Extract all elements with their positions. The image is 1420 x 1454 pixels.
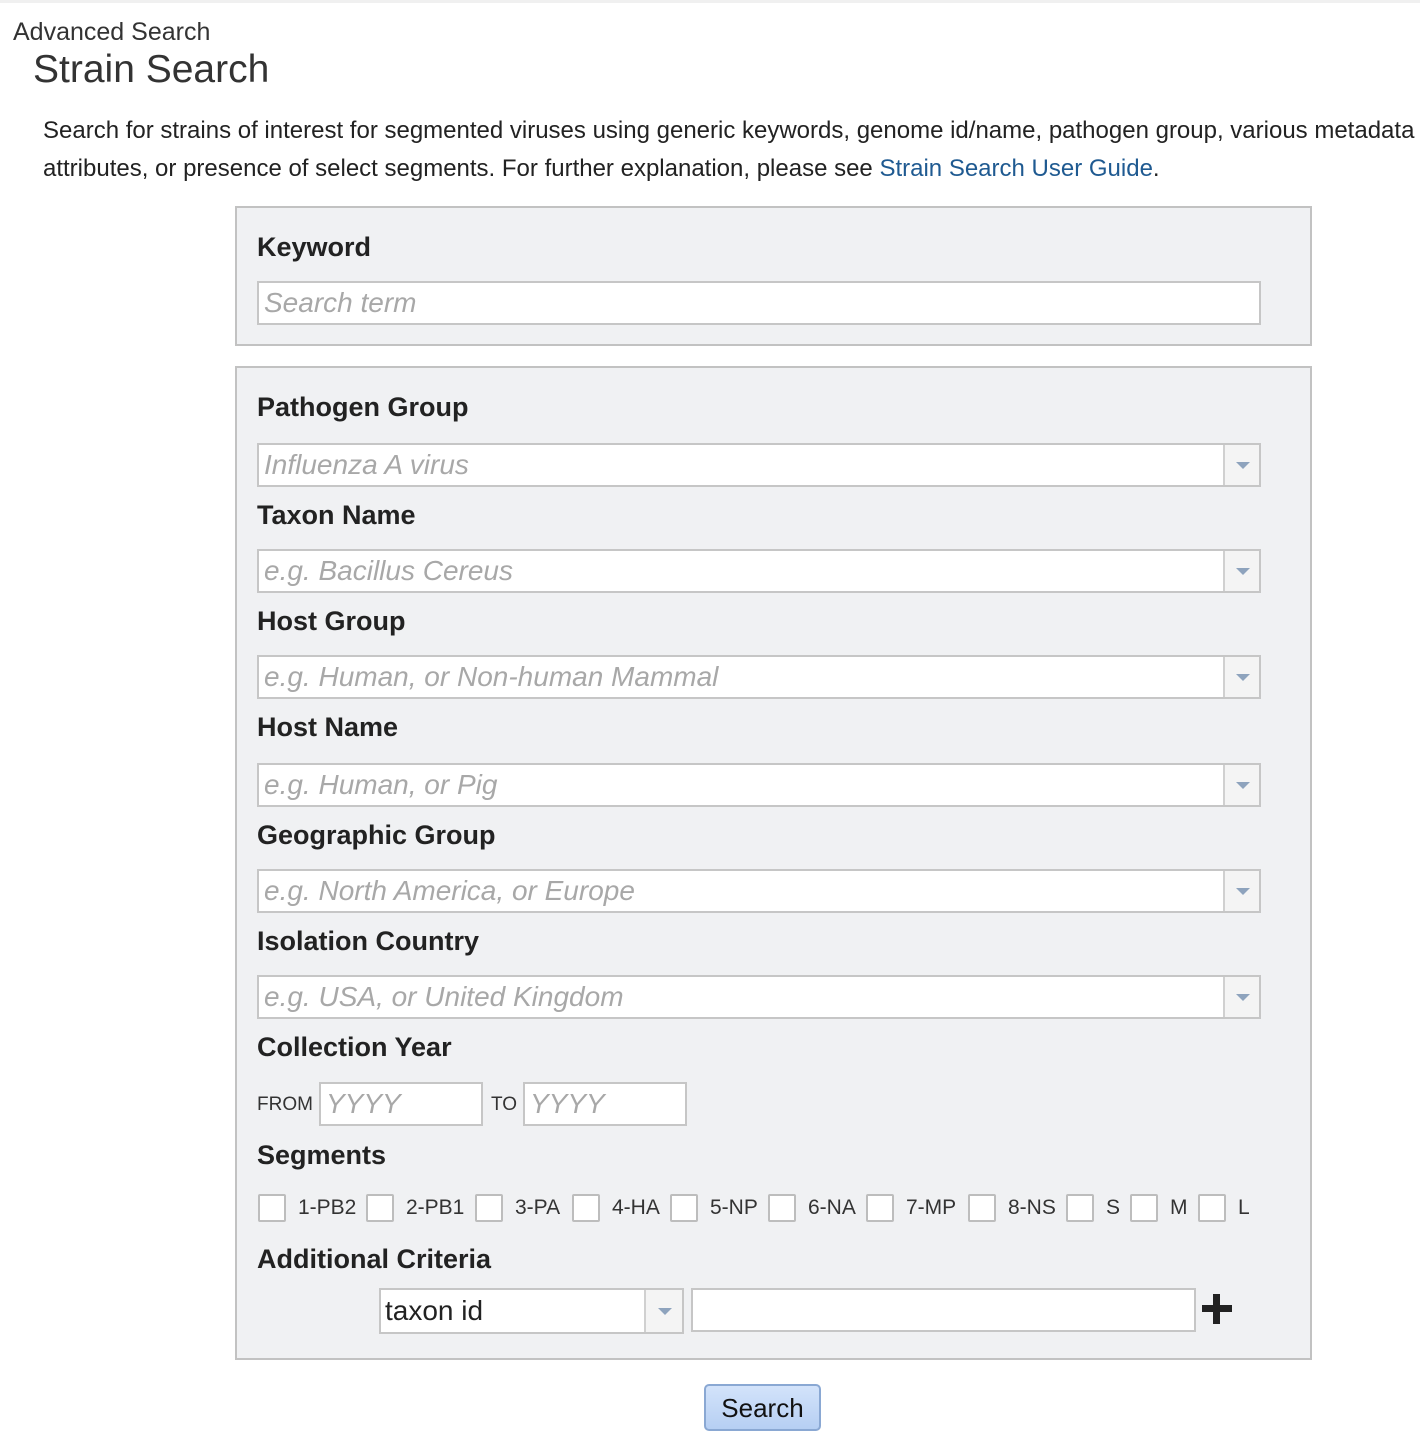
segment-label: 6-NA	[808, 1196, 856, 1219]
chevron-down-icon[interactable]	[1223, 765, 1259, 805]
segment-label: 3-PA	[515, 1196, 561, 1219]
intro-body: Search for strains of interest for segme…	[43, 117, 1415, 182]
host-group-placeholder: e.g. Human, or Non-human Mammal	[264, 661, 719, 692]
isolation-country-label: Isolation Country	[257, 926, 479, 956]
segment-label: 5-NP	[710, 1196, 758, 1219]
checkbox[interactable]	[475, 1194, 503, 1222]
isolation-country-select[interactable]: e.g. USA, or United Kingdom	[257, 975, 1261, 1019]
keyword-placeholder: Search term	[264, 287, 417, 318]
user-guide-link[interactable]: Strain Search User Guide	[879, 155, 1152, 182]
checkbox[interactable]	[768, 1194, 796, 1222]
host-group-label: Host Group	[257, 606, 406, 636]
filters-panel: Pathogen Group Influenza A virus Taxon N…	[235, 366, 1312, 1360]
page-title: Strain Search	[33, 48, 270, 91]
collection-year-label: Collection Year	[257, 1032, 452, 1062]
taxon-name-placeholder: e.g. Bacillus Cereus	[264, 555, 514, 586]
criteria-value-input[interactable]	[691, 1288, 1196, 1332]
year-to-label: TO	[491, 1094, 518, 1115]
checkbox[interactable]	[572, 1194, 600, 1222]
geographic-group-select[interactable]: e.g. North America, or Europe	[257, 869, 1261, 913]
taxon-name-select[interactable]: e.g. Bacillus Cereus	[257, 549, 1261, 593]
pathogen-group-label: Pathogen Group	[257, 392, 469, 422]
segment-label: L	[1238, 1196, 1250, 1219]
year-from-placeholder: YYYY	[326, 1088, 401, 1119]
chevron-down-icon[interactable]	[1223, 445, 1259, 485]
year-to-input[interactable]: YYYY	[523, 1082, 687, 1126]
host-name-label: Host Name	[257, 712, 399, 742]
isolation-country-placeholder: e.g. USA, or United Kingdom	[264, 981, 624, 1012]
plus-icon[interactable]	[1200, 1292, 1234, 1326]
checkbox[interactable]	[670, 1194, 698, 1222]
keyword-input[interactable]: Search term	[257, 281, 1261, 325]
criteria-field-select[interactable]: taxon id	[379, 1288, 684, 1334]
intro-text: Search for strains of interest for segme…	[43, 112, 1418, 188]
top-divider	[0, 0, 1420, 3]
intro-end: .	[1152, 155, 1160, 182]
chevron-down-icon[interactable]	[644, 1290, 682, 1332]
checkbox[interactable]	[1198, 1194, 1226, 1222]
checkbox[interactable]	[968, 1194, 996, 1222]
host-name-placeholder: e.g. Human, or Pig	[264, 769, 498, 800]
geographic-group-placeholder: e.g. North America, or Europe	[264, 875, 635, 906]
year-from-label: FROM	[257, 1094, 313, 1115]
chevron-down-icon[interactable]	[1223, 551, 1259, 591]
segment-label: 4-HA	[612, 1196, 660, 1219]
pathogen-group-placeholder: Influenza A virus	[264, 449, 469, 480]
year-from-input[interactable]: YYYY	[319, 1082, 483, 1126]
taxon-name-label: Taxon Name	[257, 500, 416, 530]
segment-label: M	[1170, 1196, 1188, 1219]
additional-criteria-label: Additional Criteria	[257, 1244, 492, 1274]
segment-label: S	[1106, 1196, 1121, 1219]
search-button[interactable]: Search	[704, 1384, 821, 1431]
chevron-down-icon[interactable]	[1223, 657, 1259, 697]
chevron-down-icon[interactable]	[1223, 871, 1259, 911]
segment-label: 7-MP	[906, 1196, 957, 1219]
breadcrumb[interactable]: Advanced Search	[13, 18, 210, 47]
host-group-select[interactable]: e.g. Human, or Non-human Mammal	[257, 655, 1261, 699]
segment-label: 1-PB2	[298, 1196, 357, 1219]
segments-label: Segments	[257, 1140, 387, 1170]
checkbox[interactable]	[866, 1194, 894, 1222]
checkbox[interactable]	[366, 1194, 394, 1222]
checkbox[interactable]	[1066, 1194, 1094, 1222]
chevron-down-icon[interactable]	[1223, 977, 1259, 1017]
keyword-panel: Keyword Search term	[235, 206, 1312, 346]
geographic-group-label: Geographic Group	[257, 820, 496, 850]
checkbox[interactable]	[1130, 1194, 1158, 1222]
segment-label: 8-NS	[1008, 1196, 1056, 1219]
keyword-label: Keyword	[257, 232, 372, 262]
year-to-placeholder: YYYY	[530, 1088, 605, 1119]
criteria-field-value: taxon id	[385, 1295, 484, 1326]
checkbox[interactable]	[258, 1194, 286, 1222]
host-name-select[interactable]: e.g. Human, or Pig	[257, 763, 1261, 807]
pathogen-group-select[interactable]: Influenza A virus	[257, 443, 1261, 487]
segment-label: 2-PB1	[406, 1196, 465, 1219]
